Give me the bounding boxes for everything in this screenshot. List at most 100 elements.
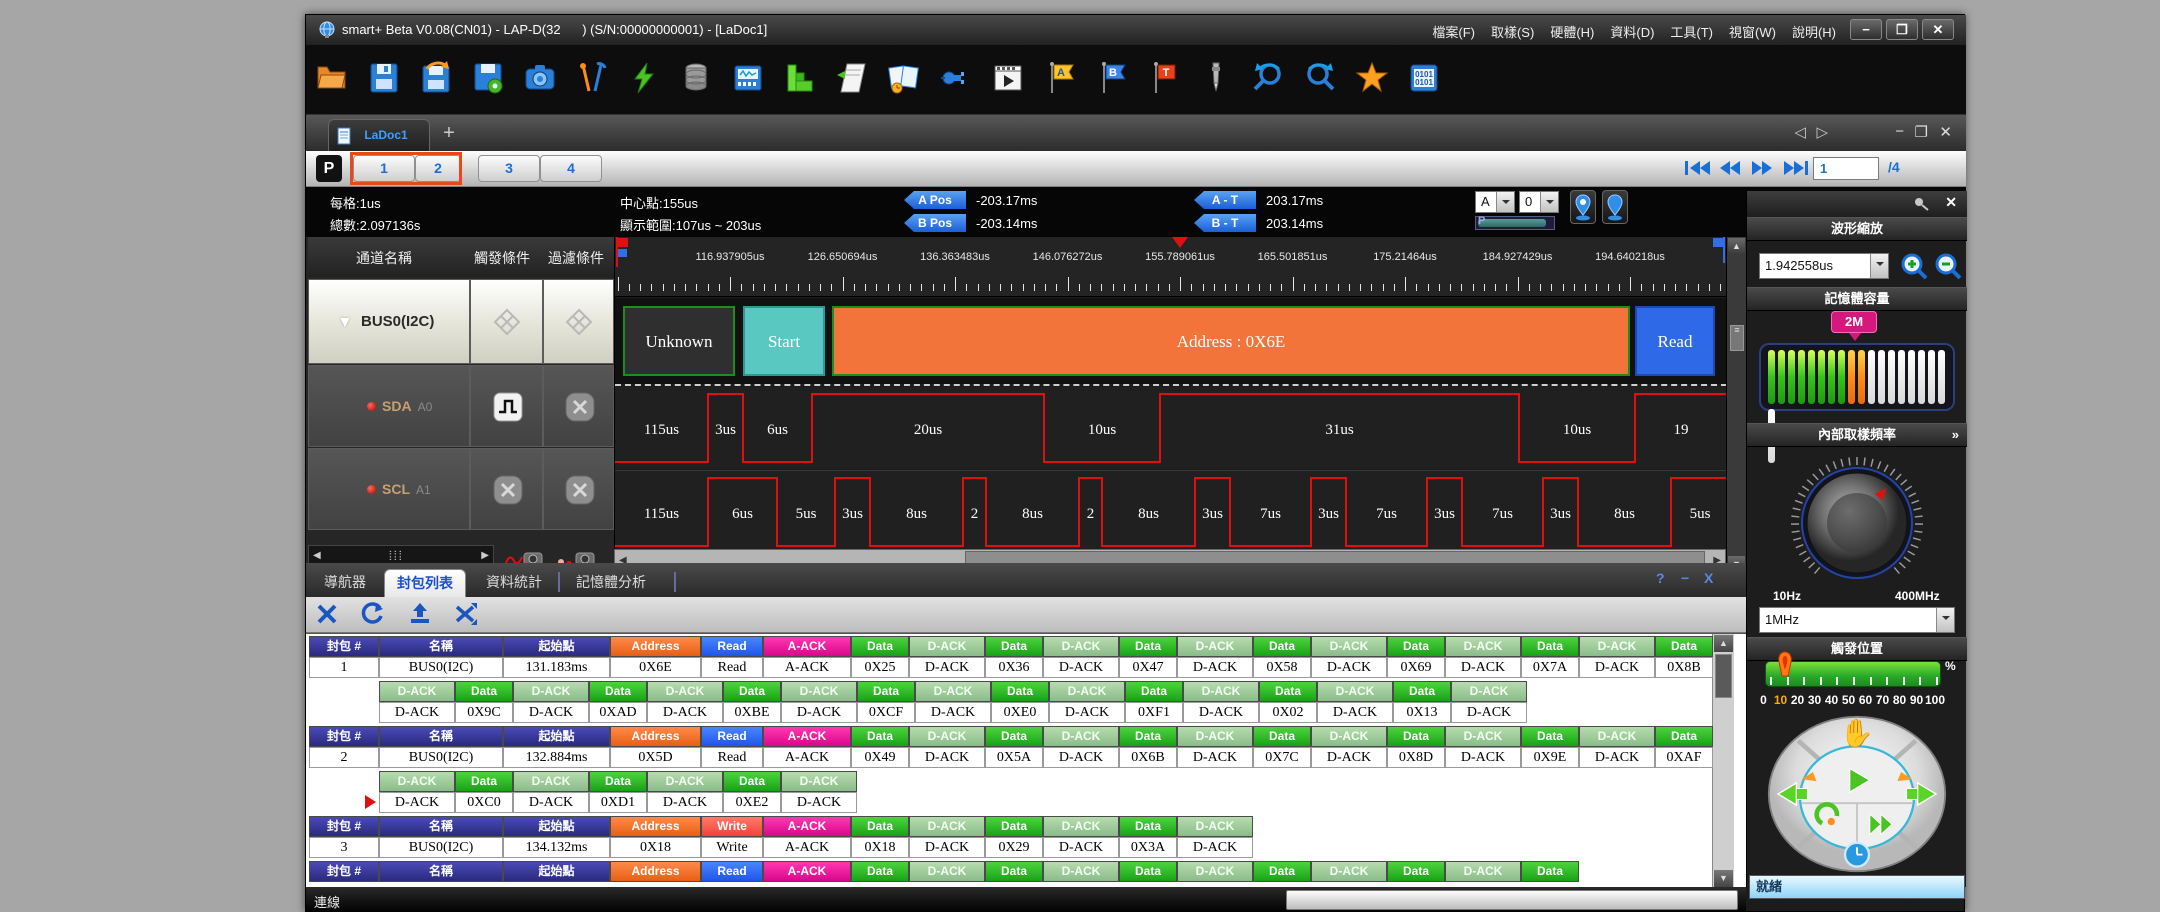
packet-value-cell[interactable]: 0XE2 [723, 792, 781, 813]
zoom-out-icon[interactable] [1933, 251, 1963, 281]
tab-packet-list[interactable]: 封包列表 [384, 569, 466, 597]
compare-icon[interactable] [883, 57, 925, 99]
packet-value-cell[interactable]: 0X18 [610, 837, 701, 858]
packet-value-cell[interactable]: D-ACK [1317, 702, 1393, 723]
packet-value-cell[interactable]: 0XCF [857, 702, 915, 723]
packet-value-cell[interactable]: 0X69 [1387, 657, 1445, 678]
page-last-button[interactable] [1782, 159, 1810, 177]
packet-value-cell[interactable]: A-ACK [763, 837, 851, 858]
doc-close-button[interactable]: ✕ [1939, 123, 1952, 141]
packet-value-cell[interactable]: D-ACK [1445, 747, 1521, 768]
tab-scroll-left-icon[interactable]: ◁ [1794, 123, 1806, 141]
scroll-up-icon[interactable]: ▲ [1714, 635, 1733, 652]
pin-icon[interactable] [1913, 197, 1929, 211]
panel-close-button[interactable]: X [1704, 570, 1713, 586]
chevron-down-icon[interactable] [1496, 192, 1514, 212]
memory-led-bar[interactable] [1759, 343, 1955, 411]
scroll-down-icon[interactable]: ▼ [1714, 870, 1733, 887]
navigation-wheel[interactable]: ✋ [1765, 715, 1949, 873]
analyzer-icon[interactable] [727, 57, 769, 99]
decode-start[interactable]: Start [743, 306, 825, 376]
bus-decode-icon[interactable]: 01010101 [1403, 57, 1445, 99]
collapse-triangle-icon[interactable]: ▼ [337, 314, 353, 332]
packet-value-cell[interactable]: D-ACK [379, 702, 455, 723]
packet-value-cell[interactable]: D-ACK [1451, 702, 1527, 723]
packet-value-cell[interactable]: D-ACK [1579, 747, 1655, 768]
scroll-up-icon[interactable]: ▲ [1728, 238, 1745, 254]
menu-d[interactable]: 資料(D) [1610, 25, 1654, 40]
packet-value-cell[interactable]: A-ACK [763, 747, 851, 768]
menu-t[interactable]: 工具(T) [1670, 25, 1713, 40]
marker-pen-icon[interactable] [1195, 57, 1237, 99]
packet-value-cell[interactable]: D-ACK [909, 837, 985, 858]
chevron-down-icon[interactable] [1936, 608, 1954, 632]
trigger-position-slider[interactable] [1765, 661, 1941, 687]
packet-value-cell[interactable]: D-ACK [1311, 657, 1387, 678]
open-file-icon[interactable] [311, 57, 353, 99]
packet-value-cell[interactable]: 0X36 [985, 657, 1043, 678]
packet-value-cell[interactable]: 1 [309, 657, 379, 678]
scroll-right-icon[interactable]: ▶ [481, 550, 489, 561]
trigger-run-icon[interactable] [623, 57, 665, 99]
save-as-icon[interactable] [415, 57, 457, 99]
packet-value-cell[interactable]: 0X18 [851, 837, 909, 858]
table-v-scrollbar[interactable]: ▲ ▼ [1712, 634, 1734, 887]
tab-memory-analysis[interactable]: 記憶體分析 [564, 569, 658, 597]
packet-value-cell[interactable]: 0XD1 [589, 792, 647, 813]
zoom-in-icon[interactable] [1899, 251, 1929, 281]
packet-value-cell[interactable]: 0X8D [1387, 747, 1445, 768]
packet-value-cell[interactable]: 3 [309, 837, 379, 858]
sample-rate-knob[interactable] [1787, 453, 1927, 593]
packet-value-cell[interactable]: 0XC0 [455, 792, 513, 813]
packet-value-cell[interactable]: 0X3A [1119, 837, 1177, 858]
panel-minimize-button[interactable]: − [1681, 570, 1689, 586]
packet-value-cell[interactable]: 0X7C [1253, 747, 1311, 768]
chevron-down-icon[interactable] [1870, 254, 1888, 278]
menu-f[interactable]: 檔案(F) [1432, 25, 1475, 40]
tab-scroll-right-icon[interactable]: ▷ [1816, 123, 1828, 141]
chevron-down-icon[interactable] [1540, 192, 1558, 212]
goto-b-pin-button[interactable] [1602, 190, 1628, 224]
shuffle-icon[interactable] [453, 601, 483, 629]
video-icon[interactable] [987, 57, 1029, 99]
packet-value-cell[interactable]: D-ACK [379, 792, 455, 813]
packet-value-cell[interactable]: BUS0(I2C) [379, 747, 503, 768]
filter-icon[interactable] [831, 57, 873, 99]
packet-value-cell[interactable]: D-ACK [1579, 657, 1655, 678]
scroll-handle[interactable]: ≡ [1730, 325, 1744, 351]
find-prev-icon[interactable] [1247, 57, 1289, 99]
scl-wave[interactable]: 115us6us5us3us8us28us28us3us7us3us7us3us… [615, 470, 1727, 552]
export-icon[interactable] [407, 601, 437, 629]
packet-value-cell[interactable]: D-ACK [1177, 747, 1253, 768]
packet-value-cell[interactable]: 2 [309, 747, 379, 768]
doc-minimize-button[interactable]: − [1895, 123, 1904, 140]
a-t-badge[interactable]: A - T [1194, 191, 1256, 209]
menu-w[interactable]: 視窗(W) [1729, 25, 1776, 40]
packet-value-cell[interactable]: Write [701, 837, 763, 858]
menu-s[interactable]: 取樣(S) [1491, 25, 1534, 40]
decode-unknown[interactable]: Unknown [623, 306, 735, 376]
flag-t-icon[interactable]: T [1143, 57, 1185, 99]
delete-packet-icon[interactable] [314, 601, 344, 629]
bus0-filter-cell[interactable] [543, 279, 614, 364]
packet-value-cell[interactable]: 0X49 [851, 747, 909, 768]
packet-value-cell[interactable]: D-ACK [781, 702, 857, 723]
slider-marker-icon[interactable] [1774, 650, 1796, 680]
scl-filter-cell[interactable] [543, 448, 614, 530]
save-icon[interactable] [363, 57, 405, 99]
panel-close-icon[interactable]: ✕ [1945, 194, 1957, 211]
find-next-icon[interactable] [1299, 57, 1341, 99]
packet-value-cell[interactable]: Read [701, 657, 763, 678]
packet-value-cell[interactable]: 131.183ms [503, 657, 610, 678]
packet-value-cell[interactable]: 0X9C [455, 702, 513, 723]
packet-value-cell[interactable]: 0X02 [1259, 702, 1317, 723]
packet-value-cell[interactable]: D-ACK [781, 792, 857, 813]
sda-trigger-cell[interactable] [470, 365, 543, 447]
packet-value-cell[interactable]: D-ACK [1177, 657, 1253, 678]
statistics-icon[interactable] [779, 57, 821, 99]
sample-rate-combo[interactable]: 1MHz [1759, 607, 1955, 633]
wave-v-scrollbar[interactable]: ▲ ≡ ▼ [1726, 237, 1746, 573]
close-button[interactable]: ✕ [1922, 19, 1954, 40]
packet-value-cell[interactable]: 0X7A [1521, 657, 1579, 678]
page-button-3[interactable]: 3 [478, 155, 540, 182]
